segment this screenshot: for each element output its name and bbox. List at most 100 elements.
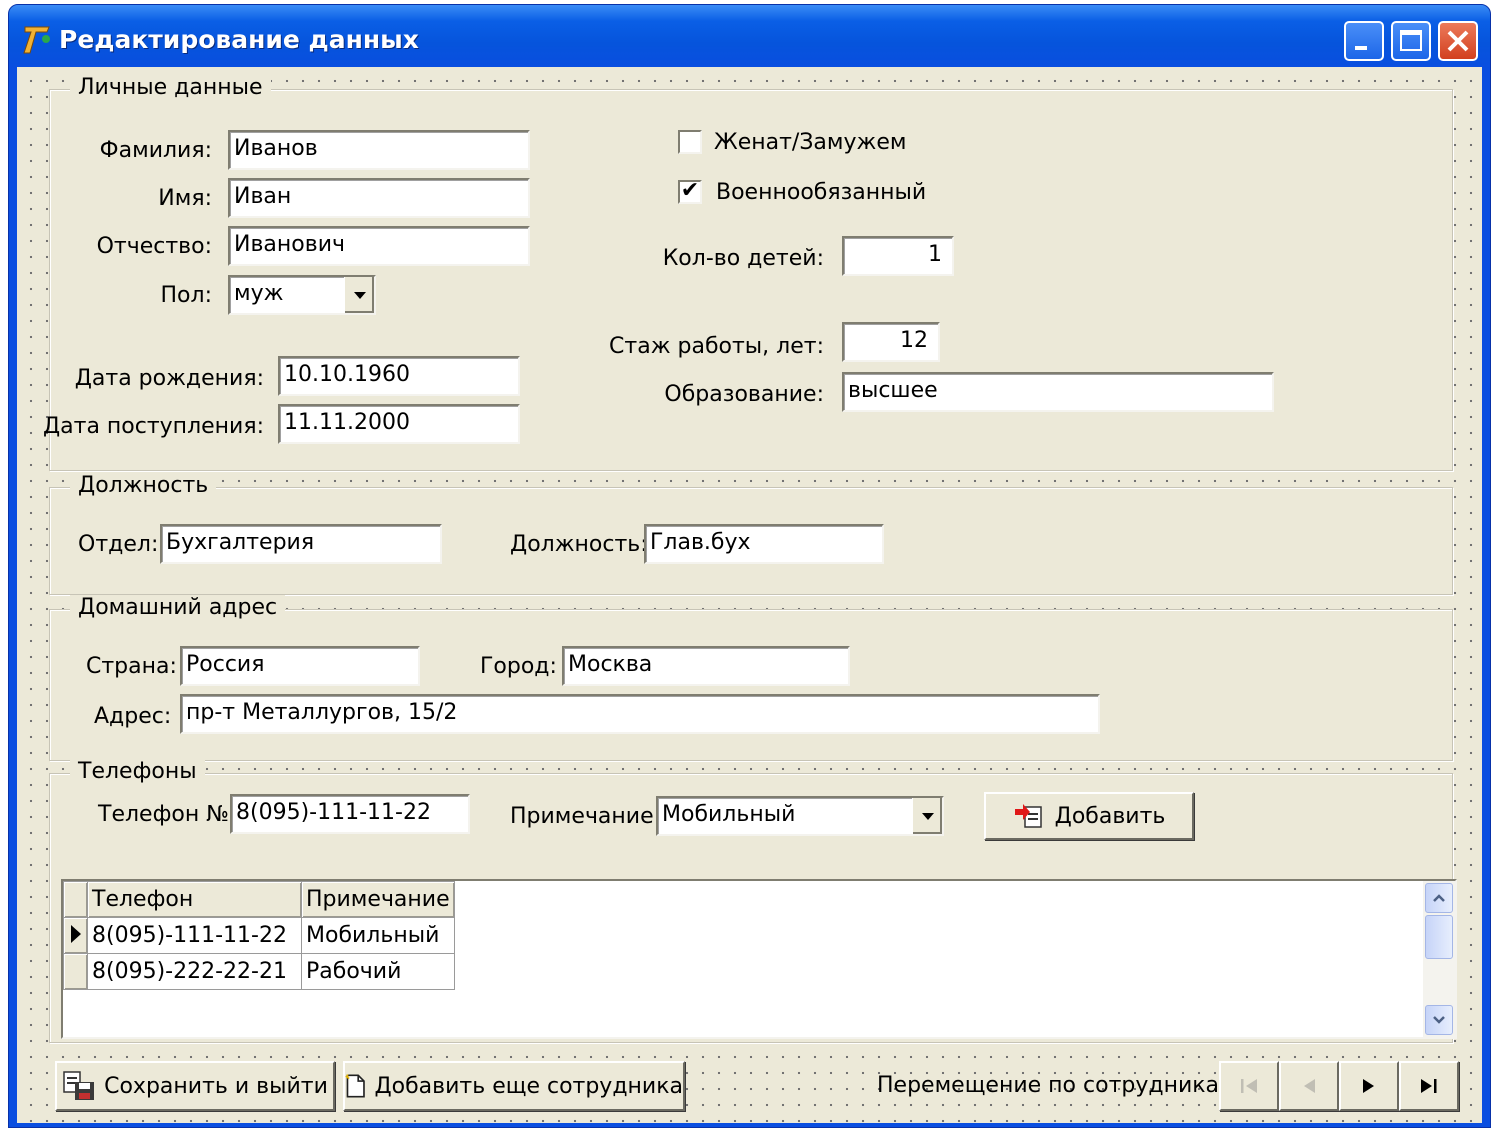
address-caption: Домашний адрес bbox=[70, 595, 286, 620]
country-field[interactable]: Россия bbox=[180, 646, 420, 686]
note-value: Мобильный bbox=[662, 802, 796, 827]
table-row[interactable]: 8(095)-222-22-21 Рабочий bbox=[63, 953, 455, 990]
cell-note[interactable]: Рабочий bbox=[301, 953, 455, 990]
job-title-label: Должность: bbox=[510, 532, 648, 557]
note-label: Примечание: bbox=[510, 804, 662, 829]
cell-phone[interactable]: 8(095)-111-11-22 bbox=[87, 917, 302, 954]
experience-field[interactable]: 12 bbox=[842, 322, 940, 362]
row-indicator bbox=[63, 917, 88, 954]
last-record-button[interactable] bbox=[1399, 1061, 1459, 1111]
next-record-button[interactable] bbox=[1339, 1061, 1399, 1111]
note-combo[interactable]: Мобильный bbox=[656, 796, 944, 836]
department-field[interactable]: Бухгалтерия bbox=[160, 524, 442, 564]
job-title-field[interactable]: Глав.бух bbox=[644, 524, 884, 564]
children-field[interactable]: 1 bbox=[842, 236, 954, 276]
first-record-button[interactable] bbox=[1219, 1061, 1279, 1111]
cell-phone[interactable]: 8(095)-222-22-21 bbox=[87, 953, 302, 990]
phone-label: Телефон № bbox=[98, 802, 230, 827]
delphi-icon bbox=[23, 26, 50, 54]
chevron-down-icon bbox=[1433, 1016, 1445, 1024]
personal-group: Личные данные Фамилия: Иванов Имя: Иван … bbox=[43, 75, 1453, 471]
married-label: Женат/Замужем bbox=[714, 130, 907, 155]
married-checkbox[interactable] bbox=[678, 130, 702, 154]
grid-scrollbar[interactable] bbox=[1423, 881, 1455, 1037]
hire-date-label: Дата поступления: bbox=[42, 414, 264, 439]
column-header-note[interactable]: Примечание bbox=[301, 881, 455, 918]
nav-prev-icon bbox=[1304, 1079, 1315, 1093]
sex-dropdown-button[interactable] bbox=[344, 277, 374, 313]
grid-corner bbox=[63, 881, 88, 918]
last-name-label: Фамилия: bbox=[99, 138, 212, 163]
save-icon bbox=[63, 1071, 95, 1100]
position-group: Должность Отдел: Бухгалтерия Должность: … bbox=[49, 473, 1453, 595]
nav-next-icon bbox=[1363, 1079, 1374, 1093]
first-name-label: Имя: bbox=[158, 186, 212, 211]
form-client-area: Личные данные Фамилия: Иванов Имя: Иван … bbox=[17, 67, 1482, 1123]
military-label: Военнообязанный bbox=[716, 180, 927, 205]
window-title: Редактирование данных bbox=[59, 25, 419, 54]
patronymic-field[interactable]: Иванович bbox=[228, 226, 530, 266]
nav-last-icon bbox=[1421, 1079, 1437, 1093]
new-document-icon bbox=[345, 1074, 365, 1098]
title-bar[interactable]: Редактирование данных bbox=[9, 5, 1490, 69]
add-phone-label: Добавить bbox=[1054, 803, 1166, 829]
add-phone-icon bbox=[1014, 804, 1042, 828]
personal-caption: Личные данные bbox=[70, 75, 271, 100]
phones-table: Телефон Примечание 8(095)-111-11-22 Моби… bbox=[63, 881, 455, 990]
column-header-phone[interactable]: Телефон bbox=[87, 881, 302, 918]
close-icon bbox=[1447, 30, 1469, 52]
table-row[interactable]: 8(095)-111-11-22 Мобильный bbox=[63, 917, 455, 954]
military-checkbox[interactable]: ✔ bbox=[678, 180, 702, 204]
last-name-field[interactable]: Иванов bbox=[228, 130, 530, 170]
sex-combo[interactable]: муж bbox=[228, 275, 376, 315]
note-dropdown-button[interactable] bbox=[912, 798, 942, 834]
save-exit-button[interactable]: Сохранить и выйти bbox=[55, 1061, 335, 1111]
current-row-icon bbox=[70, 924, 81, 943]
navigation-label: Перемещение по сотрудникам: bbox=[877, 1073, 1244, 1098]
cell-note[interactable]: Мобильный bbox=[301, 917, 455, 954]
education-label: Образование: bbox=[664, 382, 824, 407]
maximize-icon bbox=[1400, 30, 1422, 51]
add-employee-label: Добавить еще сотрудника bbox=[374, 1073, 683, 1099]
street-field[interactable]: пр-т Металлургов, 15/2 bbox=[180, 694, 1100, 734]
scroll-thumb[interactable] bbox=[1425, 915, 1453, 959]
minimize-button[interactable] bbox=[1344, 21, 1384, 61]
chevron-down-icon bbox=[353, 292, 366, 299]
check-icon: ✔ bbox=[680, 178, 700, 203]
phones-caption: Телефоны bbox=[70, 759, 205, 784]
experience-label: Стаж работы, лет: bbox=[609, 334, 824, 359]
grid-header-row: Телефон Примечание bbox=[63, 881, 455, 918]
sex-label: Пол: bbox=[160, 283, 212, 308]
patronymic-label: Отчество: bbox=[96, 234, 212, 259]
street-label: Адрес: bbox=[94, 704, 172, 729]
city-field[interactable]: Москва bbox=[562, 646, 850, 686]
main-window: Редактирование данных Личные данные Фами… bbox=[8, 4, 1491, 1128]
education-field[interactable]: высшее bbox=[842, 372, 1274, 412]
department-label: Отдел: bbox=[78, 532, 159, 557]
add-phone-button[interactable]: Добавить bbox=[984, 792, 1194, 840]
chevron-up-icon bbox=[1433, 894, 1445, 902]
position-caption: Должность bbox=[70, 473, 217, 498]
phones-grid[interactable]: Телефон Примечание 8(095)-111-11-22 Моби… bbox=[61, 879, 1457, 1039]
scroll-up-button[interactable] bbox=[1425, 883, 1453, 913]
nav-first-icon bbox=[1241, 1079, 1257, 1093]
birth-date-label: Дата рождения: bbox=[74, 366, 264, 391]
prev-record-button[interactable] bbox=[1279, 1061, 1339, 1111]
first-name-field[interactable]: Иван bbox=[228, 178, 530, 218]
sex-value: муж bbox=[234, 281, 284, 306]
close-button[interactable] bbox=[1438, 21, 1478, 61]
city-label: Город: bbox=[480, 654, 557, 679]
minimize-icon bbox=[1355, 46, 1367, 50]
children-label: Кол-во детей: bbox=[662, 246, 824, 271]
row-indicator bbox=[63, 953, 88, 990]
phone-field[interactable]: 8(095)-111-11-22 bbox=[230, 794, 470, 834]
country-label: Страна: bbox=[86, 654, 177, 679]
birth-date-field[interactable]: 10.10.1960 bbox=[278, 356, 520, 396]
address-group: Домашний адрес Страна: Россия Город: Мос… bbox=[49, 595, 1453, 761]
hire-date-field[interactable]: 11.11.2000 bbox=[278, 404, 520, 444]
save-exit-label: Сохранить и выйти bbox=[104, 1073, 328, 1099]
chevron-down-icon bbox=[921, 813, 934, 820]
add-employee-button[interactable]: Добавить еще сотрудника bbox=[343, 1061, 685, 1111]
maximize-button[interactable] bbox=[1391, 21, 1431, 61]
scroll-down-button[interactable] bbox=[1425, 1005, 1453, 1035]
